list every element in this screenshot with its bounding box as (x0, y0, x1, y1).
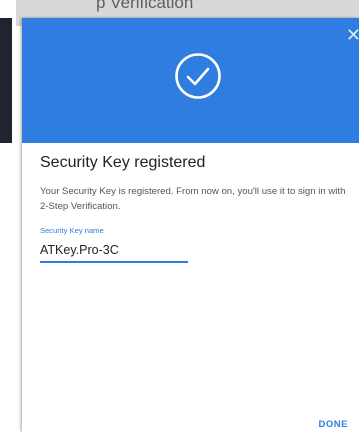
input-underline (40, 261, 188, 263)
dialog-title: Security Key registered (40, 154, 206, 171)
dialog-body-text: Your Security Key is registered. From no… (40, 186, 346, 212)
security-key-dialog: ✕ Security Key registered Your Security … (22, 18, 359, 432)
background-page-title: p Verification (96, 0, 194, 12)
dialog-header: ✕ (22, 18, 359, 143)
done-button[interactable]: DONE (319, 419, 348, 430)
background-dark-panel (0, 18, 12, 143)
close-icon[interactable]: ✕ (346, 26, 359, 44)
security-key-name-input[interactable]: ATKey.Pro-3C (40, 243, 119, 257)
check-circle-icon (175, 53, 221, 99)
security-key-name-label: Security Key name (40, 226, 104, 235)
